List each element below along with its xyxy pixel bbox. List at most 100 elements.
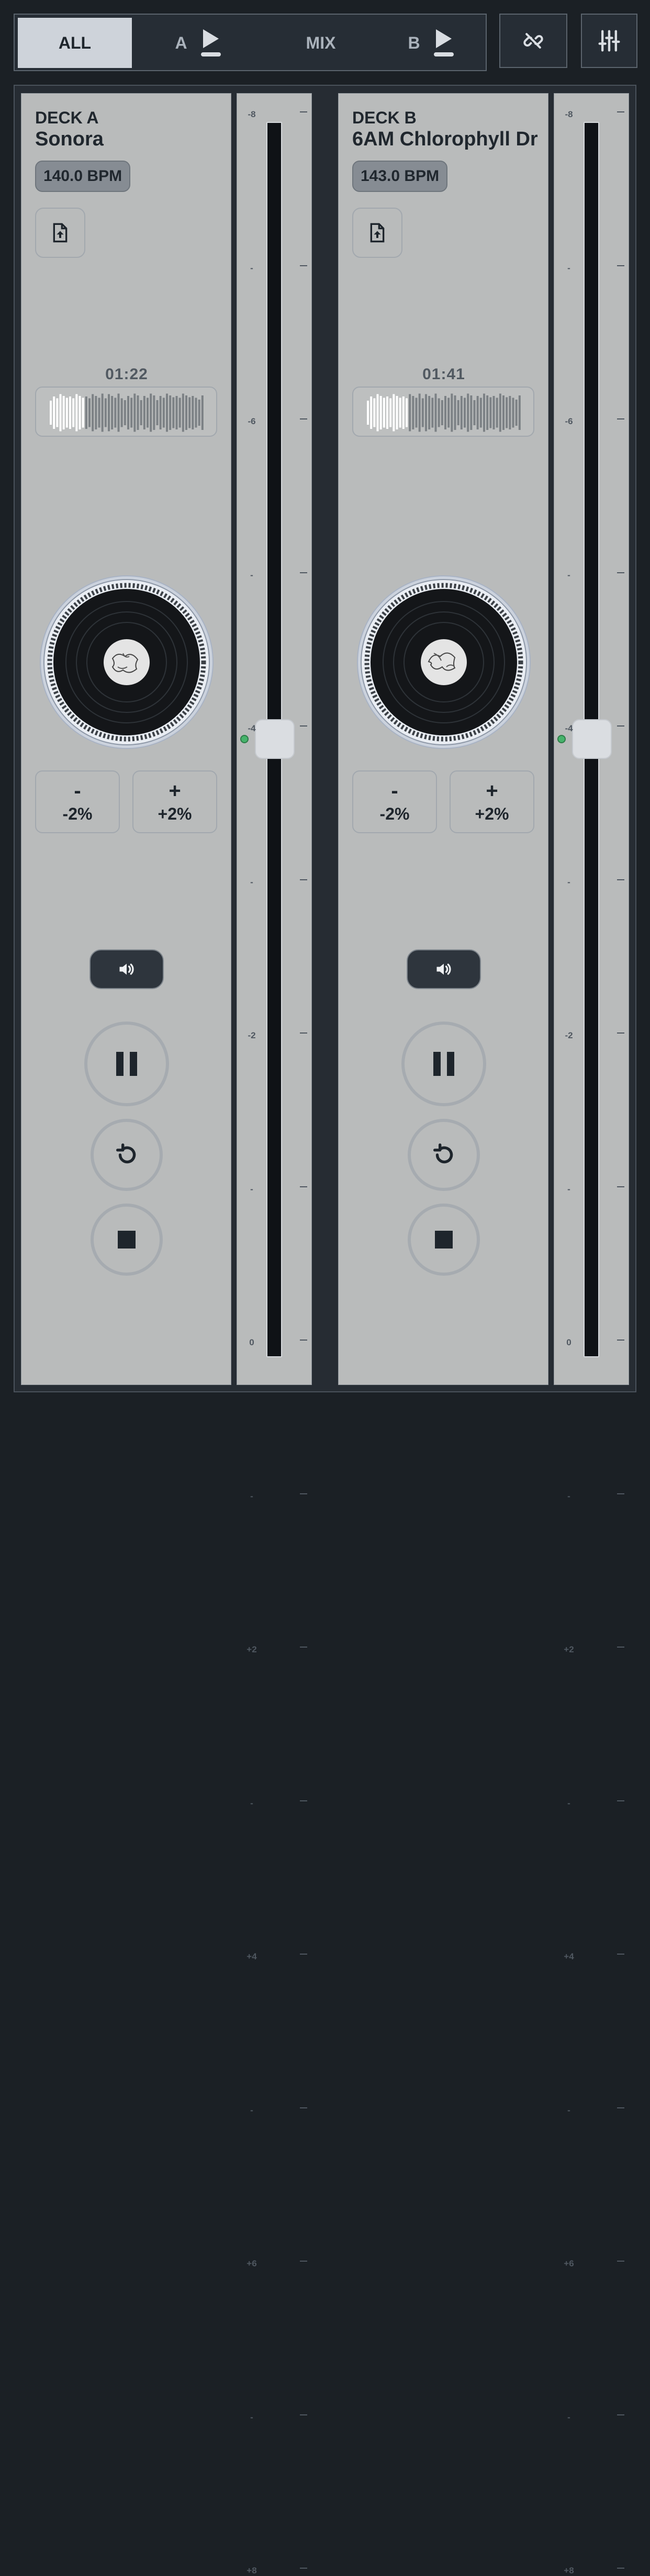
pitch-scale-tick bbox=[617, 1340, 624, 1341]
minus-icon: - bbox=[74, 779, 81, 802]
load-track-button[interactable] bbox=[352, 208, 402, 258]
waveform-display[interactable] bbox=[35, 387, 217, 437]
pitch-down-label: -2% bbox=[62, 804, 93, 823]
pitch-scale-tick bbox=[300, 879, 307, 880]
track-title: Sonora bbox=[35, 128, 104, 150]
deck-view-tabs: ALL A MIX B bbox=[14, 14, 487, 71]
waveform-bar bbox=[172, 397, 175, 428]
pitch-scale-label: - bbox=[250, 1184, 253, 1194]
pitch-scale-label: -8 bbox=[248, 109, 256, 119]
stop-icon bbox=[118, 1231, 136, 1249]
waveform-bar bbox=[409, 394, 411, 432]
waveform-bar bbox=[156, 400, 159, 425]
pitch-scale-tick bbox=[300, 1493, 307, 1494]
pitch-scale-tick bbox=[300, 1647, 307, 1648]
pitch-scale-tick bbox=[617, 1493, 624, 1494]
volume-button[interactable] bbox=[89, 949, 164, 989]
pitch-scale-tick bbox=[617, 1647, 624, 1648]
waveform-bar bbox=[470, 395, 473, 430]
waveform-bar bbox=[111, 396, 114, 429]
jog-wheel[interactable] bbox=[39, 575, 214, 750]
waveform-bar bbox=[178, 398, 181, 428]
pitch-scale-tick bbox=[617, 418, 624, 419]
rotate-left-icon bbox=[433, 1143, 453, 1164]
play-icon bbox=[200, 29, 221, 56]
tab-deck-a[interactable]: A bbox=[145, 18, 250, 68]
tab-mix[interactable]: MIX bbox=[271, 18, 371, 68]
speaker-icon bbox=[119, 963, 134, 975]
pitch-scale-tick bbox=[300, 2414, 307, 2415]
unlink-button[interactable] bbox=[499, 14, 567, 68]
pitch-scale-tick bbox=[300, 2568, 307, 2569]
file-upload-icon bbox=[370, 223, 385, 243]
pitch-center-indicator bbox=[240, 735, 249, 743]
cue-return-button[interactable] bbox=[91, 1119, 163, 1191]
pitch-scale-tick bbox=[617, 1800, 624, 1801]
waveform-display[interactable] bbox=[352, 387, 534, 437]
pitch-scale-tick bbox=[617, 879, 624, 880]
pitch-scale-tick bbox=[617, 265, 624, 266]
waveform-bar bbox=[124, 400, 126, 425]
volume-button[interactable] bbox=[407, 949, 481, 989]
tab-deck-a-label: A bbox=[175, 33, 187, 52]
waveform-bar bbox=[460, 396, 463, 429]
stop-icon bbox=[435, 1231, 453, 1249]
stop-button[interactable] bbox=[91, 1204, 163, 1276]
deck-a: DECK A Sonora 140.0 BPM 01:22 - -2% + +2… bbox=[21, 93, 231, 1385]
tab-all-label: ALL bbox=[58, 33, 92, 52]
waveform-bar bbox=[166, 393, 168, 432]
pitch-up-button[interactable]: + +2% bbox=[132, 770, 217, 833]
waveform-bar bbox=[457, 400, 460, 425]
load-track-button[interactable] bbox=[35, 208, 85, 258]
pitch-scale-tick bbox=[300, 2107, 307, 2108]
waveform-bar bbox=[464, 398, 466, 428]
pitch-down-button[interactable]: - -2% bbox=[35, 770, 120, 833]
waveform-bar bbox=[406, 398, 408, 427]
pitch-scale-tick bbox=[617, 1186, 624, 1187]
waveform-bar bbox=[162, 398, 165, 428]
tab-all[interactable]: ALL bbox=[18, 18, 132, 68]
waveform-bar bbox=[483, 393, 485, 432]
waveform-bar bbox=[130, 398, 133, 428]
waveform-bar bbox=[150, 393, 152, 432]
waveform-bar bbox=[195, 398, 197, 428]
waveform-bar bbox=[425, 394, 427, 432]
pitch-scale-tick bbox=[617, 572, 624, 573]
pause-button[interactable] bbox=[401, 1022, 486, 1106]
stop-button[interactable] bbox=[408, 1204, 480, 1276]
pitch-down-button[interactable]: - -2% bbox=[352, 770, 437, 833]
tab-deck-b[interactable]: B bbox=[381, 18, 480, 68]
waveform-bar bbox=[79, 396, 81, 429]
waveform-bar bbox=[396, 396, 398, 429]
pitch-scale-tick bbox=[300, 418, 307, 419]
waveform-bar bbox=[492, 396, 495, 429]
unlink-icon bbox=[523, 33, 543, 49]
cue-return-button[interactable] bbox=[408, 1119, 480, 1191]
jog-wheel[interactable] bbox=[356, 575, 531, 750]
pitch-scale-label: - bbox=[250, 263, 253, 273]
pitch-up-button[interactable]: + +2% bbox=[450, 770, 534, 833]
waveform-bar bbox=[415, 398, 418, 428]
waveform-bar bbox=[72, 398, 75, 427]
waveform-bar bbox=[367, 401, 369, 425]
waveform-bar bbox=[399, 398, 401, 428]
waveform-bar bbox=[489, 397, 492, 428]
waveform-bar bbox=[185, 395, 187, 430]
pitch-scale-tick bbox=[300, 572, 307, 573]
waveform-bar bbox=[428, 396, 431, 429]
pause-button[interactable] bbox=[84, 1022, 169, 1106]
pitch-scale-label: +2 bbox=[246, 1644, 257, 1654]
pitch-scale-label: 0 bbox=[249, 1337, 254, 1347]
pitch-scale-label: - bbox=[250, 2412, 253, 2422]
pitch-scale-label: - bbox=[567, 263, 570, 273]
waveform-bar bbox=[147, 398, 149, 428]
waveform-bar bbox=[515, 400, 518, 426]
waveform-bar bbox=[143, 396, 145, 429]
minus-icon: - bbox=[391, 779, 398, 802]
mixer-settings-button[interactable] bbox=[581, 14, 637, 68]
waveform-bar bbox=[438, 398, 440, 427]
waveform-bar bbox=[370, 396, 373, 429]
waveform-bar bbox=[393, 394, 395, 432]
tab-mix-label: MIX bbox=[306, 33, 336, 52]
pitch-scale-label: - bbox=[567, 877, 570, 887]
